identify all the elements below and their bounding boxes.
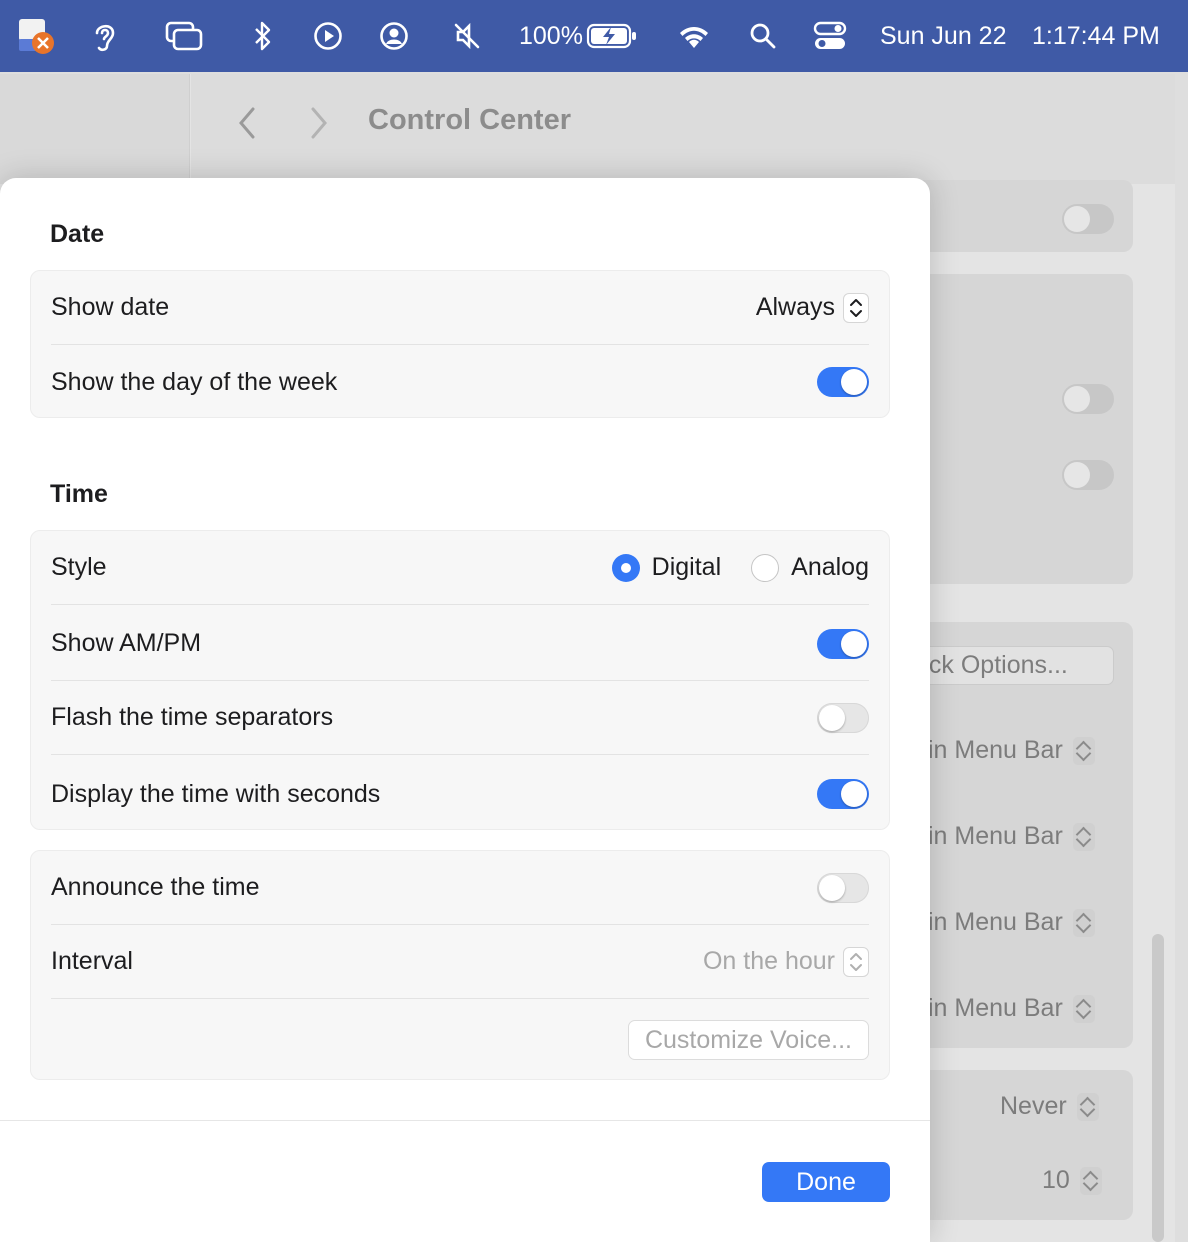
radio-unselected-icon — [751, 553, 780, 582]
ampm-row: Show AM/PM — [51, 607, 869, 681]
show-day-toggle[interactable] — [817, 367, 869, 397]
ampm-label: Show AM/PM — [51, 629, 202, 657]
customize-voice-button[interactable]: Customize Voice... — [627, 1020, 869, 1060]
seconds-label: Display the time with seconds — [51, 779, 381, 808]
show-date-row: Show date Always — [51, 271, 869, 345]
announce-label: Announce the time — [51, 873, 260, 901]
analog-radio[interactable]: Analog — [751, 553, 869, 582]
clock-options-button[interactable]: ock Options... — [900, 646, 1114, 685]
seconds-row: Display the time with seconds — [51, 757, 869, 831]
announce-group: Announce the time Interval On the hour C… — [30, 850, 890, 1080]
control-center-icon[interactable] — [812, 0, 848, 72]
menubar-date[interactable]: Sun Jun 22 — [880, 0, 1007, 72]
user-icon[interactable] — [378, 0, 410, 72]
style-row: Style Digital Analog — [51, 531, 869, 605]
radio-selected-icon — [611, 553, 640, 582]
style-label: Style — [51, 553, 107, 581]
app-icon[interactable] — [14, 0, 58, 72]
window-toolbar — [191, 74, 1175, 184]
style-radio-group: Digital Analog — [611, 553, 869, 582]
divider — [0, 1120, 930, 1121]
interval-popup[interactable]: On the hour — [702, 946, 869, 977]
interval-value: On the hour — [702, 947, 835, 975]
back-button[interactable] — [236, 106, 258, 148]
bg-toggle[interactable] — [1062, 384, 1114, 414]
ten-popup[interactable]: 10 — [1042, 1166, 1102, 1196]
ear-icon[interactable] — [88, 0, 122, 72]
done-button[interactable]: Done — [762, 1162, 890, 1202]
time-group: Style Digital Analog Show AM/PM Flash th… — [30, 530, 890, 830]
chevron-updown-icon — [843, 292, 869, 323]
menubar-option[interactable]: in Menu Bar — [928, 994, 1095, 1024]
show-day-row: Show the day of the week — [51, 345, 869, 419]
seconds-toggle[interactable] — [817, 779, 869, 809]
menu-bar: 100% Sun Jun 22 1:17:44 PM — [0, 0, 1188, 72]
time-section-title: Time — [50, 480, 108, 508]
date-section-title: Date — [50, 220, 105, 248]
bg-toggle[interactable] — [1062, 460, 1114, 490]
menubar-option[interactable]: in Menu Bar — [928, 822, 1095, 852]
show-date-popup[interactable]: Always — [755, 292, 869, 323]
battery-icon[interactable] — [586, 0, 638, 72]
wifi-icon[interactable] — [675, 0, 713, 72]
never-popup[interactable]: Never — [1000, 1092, 1099, 1122]
announce-toggle[interactable] — [817, 872, 869, 903]
flash-separators-row: Flash the time separators — [51, 681, 869, 755]
flash-separators-label: Flash the time separators — [51, 703, 334, 731]
digital-radio[interactable]: Digital — [611, 553, 721, 582]
chevron-updown-icon — [843, 946, 869, 977]
windows-icon[interactable] — [164, 0, 204, 72]
interval-row: Interval On the hour — [51, 925, 869, 999]
sidebar — [0, 74, 190, 184]
announce-row: Announce the time — [51, 851, 869, 925]
battery-percent: 100% — [519, 22, 583, 50]
menubar-time[interactable]: 1:17:44 PM — [1032, 0, 1160, 72]
menubar-option[interactable]: in Menu Bar — [928, 736, 1095, 766]
play-icon[interactable] — [312, 0, 344, 72]
bluetooth-icon[interactable] — [250, 0, 276, 72]
window-title: Control Center — [368, 104, 571, 136]
mute-icon[interactable] — [450, 0, 484, 72]
forward-button[interactable] — [308, 106, 330, 148]
clock-options-sheet: Date Show date Always Show the day of th… — [0, 178, 930, 1242]
scrollbar[interactable] — [1152, 934, 1164, 1242]
ampm-toggle[interactable] — [817, 628, 869, 659]
menubar-option[interactable]: in Menu Bar — [928, 908, 1095, 938]
bg-card — [900, 274, 1133, 584]
show-date-value: Always — [755, 293, 835, 321]
show-day-label: Show the day of the week — [51, 367, 338, 396]
bg-toggle[interactable] — [1062, 204, 1114, 234]
search-icon[interactable] — [748, 0, 778, 72]
interval-label: Interval — [51, 947, 133, 975]
date-group: Show date Always Show the day of the wee… — [30, 270, 890, 418]
flash-separators-toggle[interactable] — [817, 702, 869, 733]
show-date-label: Show date — [51, 293, 170, 321]
